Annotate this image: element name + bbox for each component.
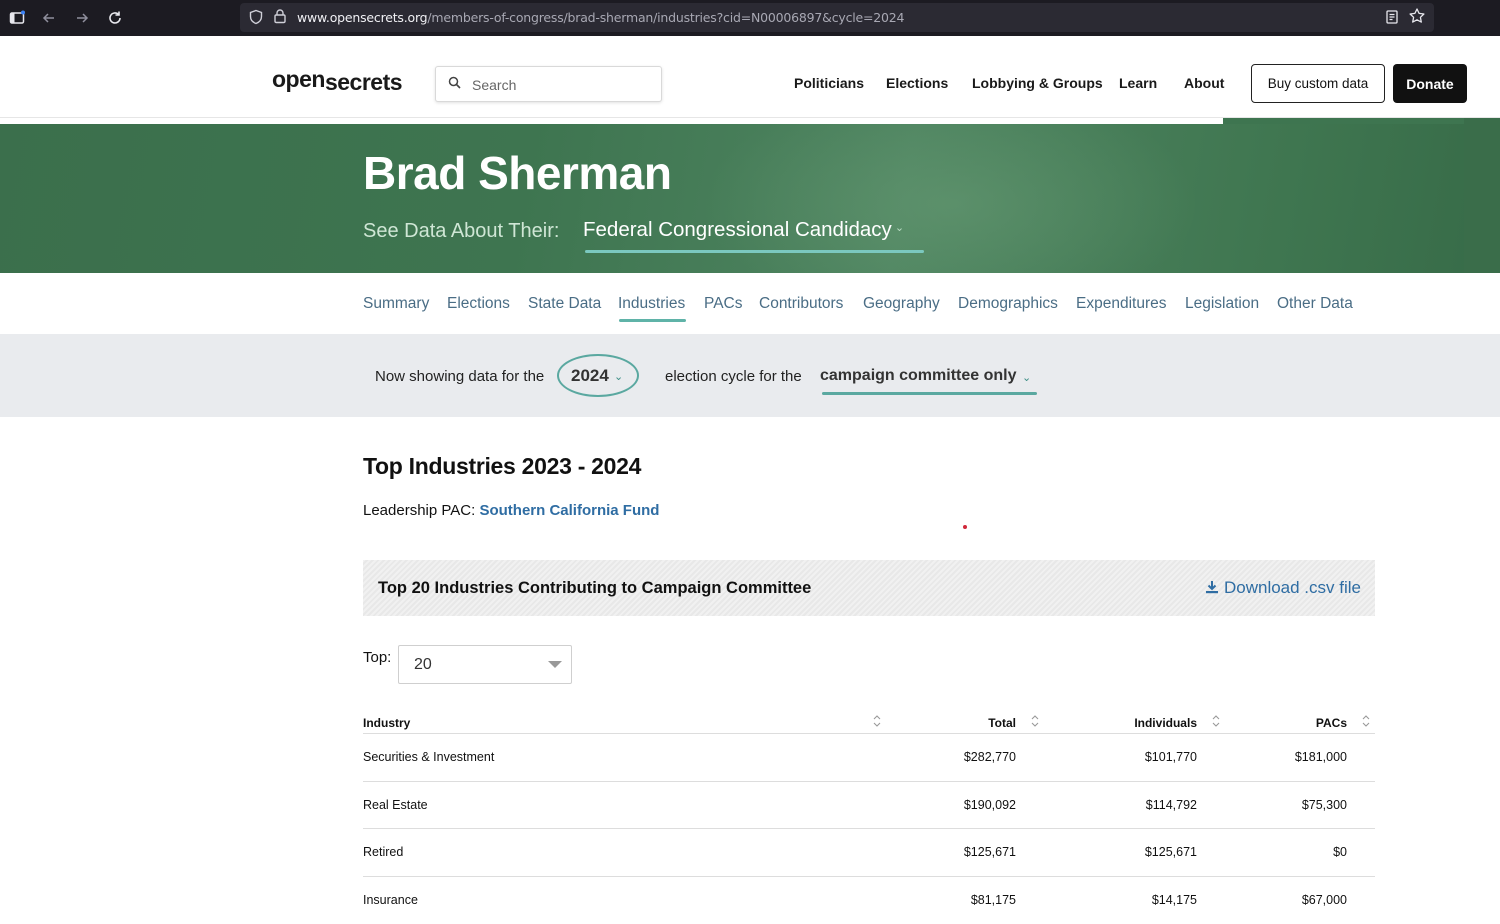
column-header-total[interactable]: Total bbox=[988, 716, 1016, 730]
buy-custom-data-button[interactable]: Buy custom data bbox=[1251, 64, 1385, 103]
sidebar-toggle-icon[interactable] bbox=[5, 6, 29, 30]
column-header-pacs[interactable]: PACs bbox=[1316, 716, 1347, 730]
individuals-cell: $14,175 bbox=[1152, 893, 1197, 907]
sort-icon[interactable] bbox=[1362, 714, 1370, 728]
sort-icon[interactable] bbox=[1031, 714, 1039, 728]
total-cell: $282,770 bbox=[964, 750, 1016, 764]
profile-tabs: Summary Elections State Data Industries … bbox=[0, 273, 1500, 334]
search-icon bbox=[448, 76, 464, 92]
forward-icon[interactable] bbox=[70, 6, 94, 30]
url-text[interactable]: www.opensecrets.org/members-of-congress/… bbox=[297, 10, 904, 25]
chevron-down-icon[interactable]: ⌄ bbox=[614, 370, 623, 383]
see-data-label: See Data About Their: bbox=[363, 220, 559, 243]
industry-cell: Securities & Investment bbox=[363, 750, 494, 764]
leadership-pac-line: Leadership PAC: Southern California Fund bbox=[363, 502, 659, 519]
tab-summary[interactable]: Summary bbox=[363, 295, 429, 313]
shield-icon[interactable] bbox=[248, 9, 264, 25]
table-row: Insurance $81,175 $14,175 $67,000 bbox=[363, 877, 1375, 924]
pacs-cell: $75,300 bbox=[1302, 798, 1347, 812]
tab-expenditures[interactable]: Expenditures bbox=[1076, 295, 1166, 313]
reader-view-icon[interactable] bbox=[1384, 9, 1400, 25]
cycle-middle-text: election cycle for the bbox=[665, 368, 802, 385]
tab-demographics[interactable]: Demographics bbox=[958, 295, 1058, 313]
cursor-dot bbox=[963, 525, 967, 529]
total-cell: $81,175 bbox=[971, 893, 1016, 907]
top-count-label: Top: bbox=[363, 649, 391, 666]
browser-toolbar: www.opensecrets.org/members-of-congress/… bbox=[0, 0, 1500, 36]
page-title: Top Industries 2023 - 2024 bbox=[363, 453, 641, 480]
nav-elections[interactable]: Elections bbox=[886, 75, 948, 91]
download-icon bbox=[1205, 579, 1219, 593]
individuals-cell: $101,770 bbox=[1145, 750, 1197, 764]
data-view-underline bbox=[585, 250, 924, 253]
pacs-cell: $0 bbox=[1333, 845, 1347, 859]
cycle-prefix-text: Now showing data for the bbox=[375, 368, 544, 385]
opensecrets-logo[interactable]: opensecrets bbox=[272, 66, 402, 93]
table-row: Securities & Investment $282,770 $101,77… bbox=[363, 734, 1375, 782]
site-header: opensecrets Politicians Elections Lobbyi… bbox=[0, 36, 1500, 118]
table-row: Real Estate $190,092 $114,792 $75,300 bbox=[363, 782, 1375, 830]
individuals-cell: $114,792 bbox=[1146, 798, 1197, 812]
total-cell: $125,671 bbox=[964, 845, 1016, 859]
search-input[interactable] bbox=[472, 74, 652, 96]
table-header: Industry Total Individuals PACs bbox=[363, 708, 1375, 734]
sort-icon[interactable] bbox=[873, 714, 881, 728]
member-name: Brad Sherman bbox=[363, 146, 671, 200]
individuals-cell: $125,671 bbox=[1145, 845, 1197, 859]
pacs-cell: $181,000 bbox=[1295, 750, 1347, 764]
top-count-value: 20 bbox=[414, 656, 432, 674]
caret-down-icon bbox=[548, 661, 562, 668]
nav-politicians[interactable]: Politicians bbox=[794, 75, 864, 91]
scope-underline bbox=[822, 392, 1037, 395]
nav-learn[interactable]: Learn bbox=[1119, 75, 1157, 91]
tab-industries[interactable]: Industries bbox=[618, 295, 685, 313]
nav-about[interactable]: About bbox=[1184, 75, 1224, 91]
table-row: Retired $125,671 $125,671 $0 bbox=[363, 829, 1375, 877]
sort-icon[interactable] bbox=[1212, 714, 1220, 728]
tab-pacs[interactable]: PACs bbox=[704, 295, 742, 313]
active-tab-indicator bbox=[619, 319, 686, 322]
back-icon[interactable] bbox=[37, 6, 61, 30]
lock-icon[interactable] bbox=[272, 8, 288, 24]
tab-other-data[interactable]: Other Data bbox=[1277, 295, 1353, 313]
tab-legislation[interactable]: Legislation bbox=[1185, 295, 1259, 313]
hero-right-edge bbox=[1464, 118, 1500, 273]
panel-title: Top 20 Industries Contributing to Campai… bbox=[378, 579, 811, 598]
industry-cell: Insurance bbox=[363, 893, 418, 907]
address-bar[interactable]: www.opensecrets.org/members-of-congress/… bbox=[240, 3, 1434, 32]
nav-lobbying-groups[interactable]: Lobbying & Groups bbox=[972, 75, 1103, 91]
donate-button[interactable]: Donate bbox=[1393, 64, 1467, 103]
download-csv-link[interactable]: Download .csv file bbox=[1205, 578, 1361, 598]
table-panel-header: Top 20 Industries Contributing to Campai… bbox=[363, 560, 1375, 616]
tab-elections[interactable]: Elections bbox=[447, 295, 510, 313]
tab-geography[interactable]: Geography bbox=[863, 295, 940, 313]
tab-contributors[interactable]: Contributors bbox=[759, 295, 843, 313]
leadership-pac-link[interactable]: Southern California Fund bbox=[479, 502, 659, 519]
pacs-cell: $67,000 bbox=[1302, 893, 1347, 907]
data-view-dropdown[interactable]: Federal Congressional Candidacy⌄ bbox=[583, 218, 904, 242]
top-count-select[interactable]: 20 bbox=[398, 645, 572, 684]
cycle-year-value[interactable]: 2024 bbox=[571, 366, 609, 386]
total-cell: $190,092 bbox=[964, 798, 1016, 812]
cycle-selector-bar: Now showing data for the 2024 ⌄ election… bbox=[0, 334, 1500, 417]
industry-cell: Real Estate bbox=[363, 798, 428, 812]
chevron-down-icon: ⌄ bbox=[895, 221, 904, 234]
search-box[interactable] bbox=[435, 66, 662, 102]
industries-table: Industry Total Individuals PACs Securiti… bbox=[363, 708, 1375, 924]
industry-cell: Retired bbox=[363, 845, 403, 859]
column-header-individuals[interactable]: Individuals bbox=[1134, 716, 1197, 730]
bookmark-star-icon[interactable] bbox=[1408, 7, 1426, 25]
chevron-down-icon[interactable]: ⌄ bbox=[1022, 371, 1031, 384]
tab-state-data[interactable]: State Data bbox=[528, 295, 601, 313]
reload-icon[interactable] bbox=[103, 6, 127, 30]
hero-banner: Brad Sherman See Data About Their: Feder… bbox=[0, 124, 1500, 273]
column-header-industry[interactable]: Industry bbox=[363, 716, 410, 730]
scope-dropdown[interactable]: campaign committee only bbox=[820, 367, 1017, 385]
